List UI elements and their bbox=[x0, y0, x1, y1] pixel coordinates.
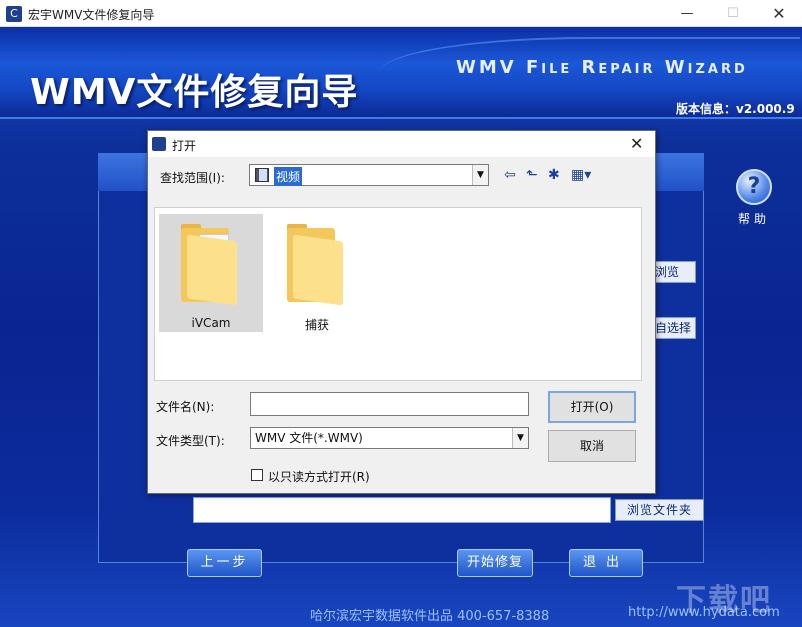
browse-folder-button[interactable]: 浏览文件夹 bbox=[615, 499, 704, 521]
filetype-value: WMV 文件(*.WMV) bbox=[255, 431, 363, 445]
file-list[interactable]: iVCam 捕获 bbox=[154, 207, 642, 381]
look-in-combobox[interactable]: 视频 ▼ bbox=[249, 164, 489, 186]
view-menu-icon[interactable]: ▦▾ bbox=[571, 167, 591, 183]
footer-company: 哈尔滨宏宇数据软件出品 400-657-8388 bbox=[310, 609, 550, 624]
folder-icon bbox=[287, 224, 345, 306]
open-button[interactable]: 打开(O) bbox=[548, 391, 636, 423]
filename-input[interactable] bbox=[250, 392, 529, 416]
video-folder-icon bbox=[255, 168, 269, 182]
file-item-name: 捕获 bbox=[304, 318, 329, 332]
open-dialog: 打开 ✕ 查找范围(I): 视频 ▼ ⇦ ⬑ ✱ ▦▾ iVCam 捕获 文件名… bbox=[147, 130, 656, 494]
dialog-title: 打开 bbox=[172, 139, 197, 153]
look-in-value: 视频 bbox=[274, 167, 303, 186]
folder-icon bbox=[181, 224, 239, 306]
look-in-label: 查找范围(I): bbox=[160, 171, 225, 185]
minimize-button[interactable]: — bbox=[664, 0, 710, 27]
app-logo-icon: C bbox=[6, 6, 22, 22]
watermark: 下载吧 bbox=[676, 583, 772, 618]
prev-step-button[interactable]: 上一步 bbox=[187, 549, 262, 577]
dialog-close-icon[interactable]: ✕ bbox=[630, 134, 643, 153]
dialog-titlebar: 打开 ✕ bbox=[148, 131, 655, 157]
exit-button[interactable]: 退出 bbox=[569, 549, 643, 577]
up-folder-icon[interactable]: ⬑ bbox=[526, 167, 538, 183]
select-button[interactable]: 自选择 bbox=[650, 317, 696, 339]
chevron-down-icon[interactable]: ▼ bbox=[512, 428, 528, 448]
folder-path-input[interactable] bbox=[193, 497, 611, 523]
file-item-ivcam[interactable]: iVCam bbox=[159, 214, 263, 332]
filetype-label: 文件类型(T): bbox=[156, 434, 225, 448]
file-item-name: iVCam bbox=[191, 316, 231, 330]
help-label[interactable]: 帮助 bbox=[738, 210, 770, 227]
header-banner: WMV文件修复向导 WMV File Repair Wizard 版本信息：v2… bbox=[0, 27, 802, 119]
readonly-checkbox[interactable] bbox=[251, 469, 263, 481]
filename-label: 文件名(N): bbox=[156, 400, 215, 414]
chevron-down-icon[interactable]: ▼ bbox=[472, 165, 488, 185]
dialog-app-icon bbox=[152, 137, 166, 151]
readonly-label[interactable]: 以只读方式打开(R) bbox=[268, 468, 370, 485]
file-item-capture[interactable]: 捕获 bbox=[265, 214, 369, 332]
filetype-select[interactable]: WMV 文件(*.WMV) ▼ bbox=[250, 427, 529, 449]
browse-button[interactable]: 浏览 bbox=[650, 261, 696, 283]
close-button[interactable]: ✕ bbox=[756, 0, 802, 27]
app-title-english: WMV File Repair Wizard bbox=[456, 57, 748, 78]
maximize-button[interactable]: ☐ bbox=[710, 0, 756, 27]
new-folder-icon[interactable]: ✱ bbox=[548, 167, 560, 183]
start-repair-button[interactable]: 开始修复 bbox=[457, 549, 533, 577]
cancel-button[interactable]: 取消 bbox=[548, 430, 636, 462]
back-icon[interactable]: ⇦ bbox=[504, 167, 516, 183]
version-info: 版本信息：v2.000.9 bbox=[676, 102, 795, 116]
help-icon[interactable]: ? bbox=[736, 169, 772, 205]
window-titlebar: C 宏宇WMV文件修复向导 — ☐ ✕ bbox=[0, 0, 802, 27]
app-title: WMV文件修复向导 bbox=[30, 72, 359, 113]
window-title: 宏宇WMV文件修复向导 bbox=[28, 8, 155, 22]
